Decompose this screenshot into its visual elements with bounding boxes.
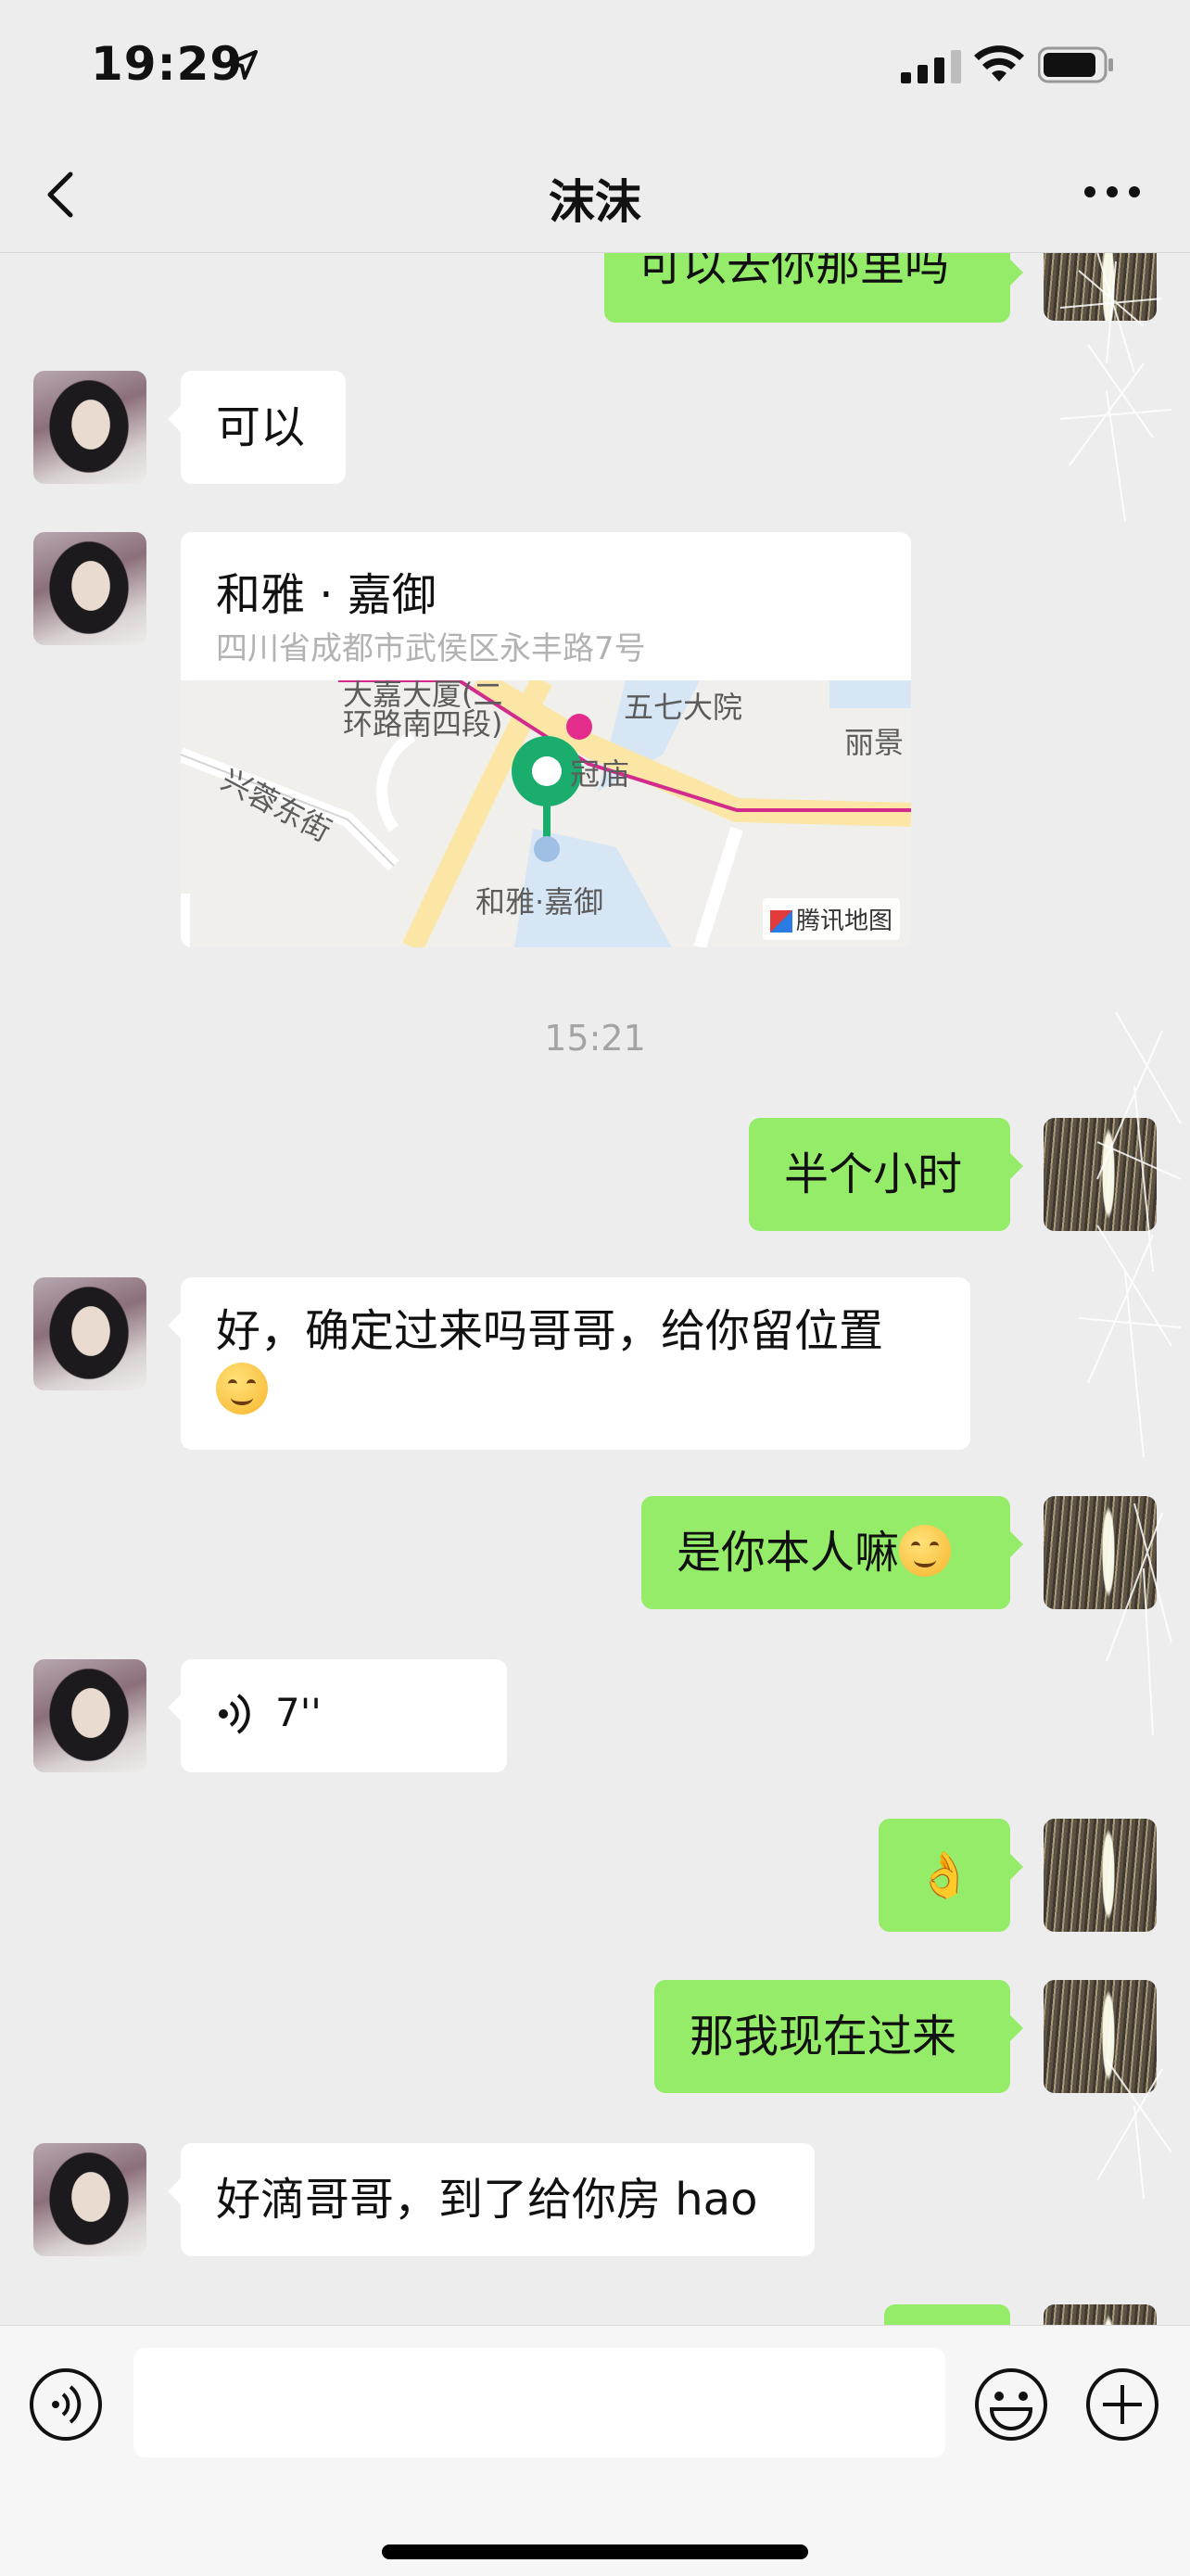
message-outgoing[interactable]: 那我现在过来 xyxy=(654,1980,1023,2093)
signal-icon xyxy=(901,50,961,83)
location-arrow-icon xyxy=(228,50,258,80)
avatar[interactable] xyxy=(1044,1496,1157,1609)
map-label: 五七大院 xyxy=(624,690,743,725)
status-bar: 19:29 xyxy=(0,0,1190,139)
message-text: 半个小时 xyxy=(784,1148,963,1200)
map-provider-logo: 腾讯地图 xyxy=(762,898,900,940)
map-label: 丽景 xyxy=(844,725,905,760)
chat-title: 沫沫 xyxy=(549,175,641,229)
wifi-icon xyxy=(974,45,1024,82)
more-dots-icon[interactable] xyxy=(1075,169,1149,215)
message-text: 可以去你那里吗 xyxy=(638,252,950,291)
battery-icon xyxy=(1038,46,1113,83)
message-incoming[interactable]: 好，确定过来吗哥哥，给你留位置 xyxy=(168,1277,970,1450)
message-outgoing[interactable] xyxy=(884,2304,1010,2325)
message-outgoing[interactable]: 可以去你那里吗 xyxy=(604,252,1023,323)
message-outgoing[interactable]: 👌 xyxy=(879,1819,1023,1932)
home-indicator xyxy=(382,2544,808,2559)
location-card[interactable]: 和雅 · 嘉御 四川省成都市武侯区永丰路7号 大嘉大厦(二 环路南四段) 五七大… xyxy=(181,532,911,947)
voice-message[interactable]: 7'' xyxy=(168,1659,507,1772)
plus-icon[interactable] xyxy=(1084,2367,1160,2443)
avatar[interactable] xyxy=(33,371,146,484)
ok-hand-emoji: 👌 xyxy=(917,1849,972,1901)
nav-bar: 沫沫 xyxy=(0,139,1190,253)
avatar[interactable] xyxy=(33,2143,146,2256)
map-label: 冠庙 xyxy=(570,756,630,792)
message-text: 好，确定过来吗哥哥，给你留位置 xyxy=(216,1305,884,1357)
voice-icon[interactable] xyxy=(28,2367,104,2443)
voice-wave-icon xyxy=(219,1694,250,1734)
message-input[interactable] xyxy=(133,2348,945,2457)
avatar[interactable] xyxy=(1044,252,1157,321)
message-text: 那我现在过来 xyxy=(690,2011,957,2062)
message-text: 可以 xyxy=(216,401,306,453)
message-text: 是你本人嘛 xyxy=(677,1527,900,1579)
avatar[interactable] xyxy=(1044,1980,1157,2093)
time-divider: 15:21 xyxy=(544,1018,646,1059)
location-map[interactable]: 大嘉大厦(二 环路南四段) 五七大院 丽景 兴蓉东街 冠庙 和雅·嘉御 腾讯地图 xyxy=(181,680,911,947)
location-address: 四川省成都市武侯区永丰路7号 xyxy=(216,630,646,667)
avatar[interactable] xyxy=(1044,2304,1157,2325)
avatar[interactable] xyxy=(1044,1118,1157,1231)
voice-duration: 7'' xyxy=(275,1690,322,1735)
message-outgoing[interactable]: 半个小时 xyxy=(749,1118,1023,1231)
avatar[interactable] xyxy=(33,532,146,645)
map-label: 和雅·嘉御 xyxy=(475,884,604,920)
avatar[interactable] xyxy=(33,1659,146,1772)
message-incoming[interactable]: 好滴哥哥，到了给你房 hao xyxy=(168,2143,815,2256)
map-label: 环路南四段) xyxy=(343,706,503,742)
avatar[interactable] xyxy=(1044,1819,1157,1932)
location-name: 和雅 · 嘉御 xyxy=(216,569,437,621)
chat-area[interactable]: 可以去你那里吗 可以 和雅 · 嘉御 四川省成都市武侯区永丰路7号 大嘉大厦(二… xyxy=(0,252,1190,2325)
input-bar xyxy=(0,2325,1190,2576)
status-time: 19:29 xyxy=(91,37,244,91)
message-outgoing[interactable]: 是你本人嘛 xyxy=(641,1496,1023,1609)
blush-emoji-icon xyxy=(899,1525,952,1577)
message-incoming[interactable]: 可以 xyxy=(168,371,346,484)
message-text: 好滴哥哥，到了给你房 hao xyxy=(216,2174,758,2226)
smile-emoji-icon xyxy=(216,1363,268,1415)
emoji-icon[interactable] xyxy=(973,2367,1049,2443)
avatar[interactable] xyxy=(33,1277,146,1390)
